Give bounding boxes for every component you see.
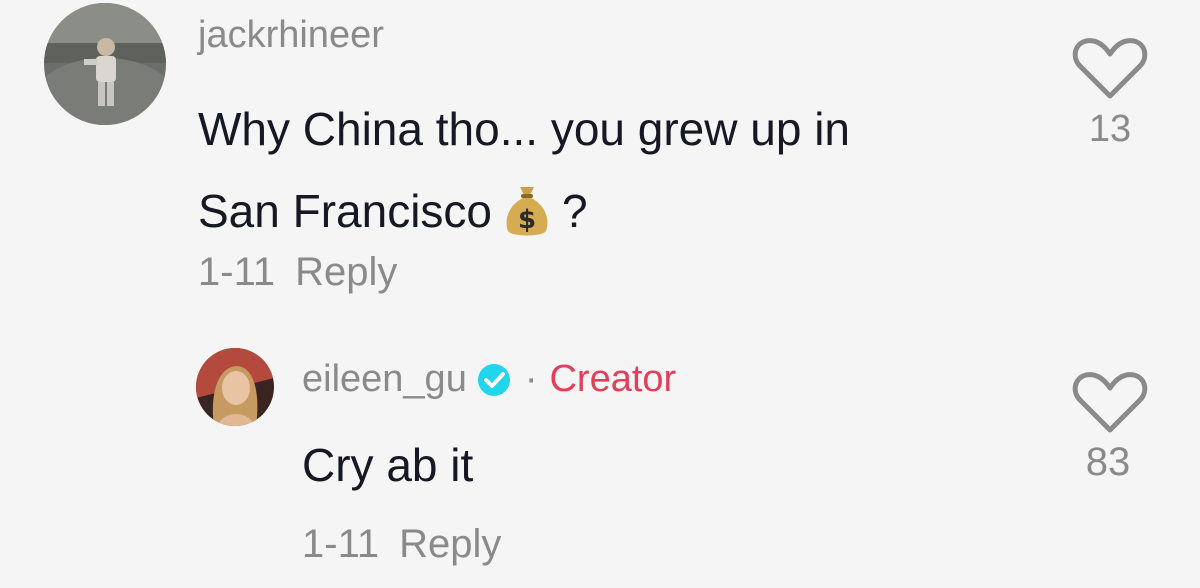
comment-date: 1-11 bbox=[302, 522, 380, 566]
avatar[interactable] bbox=[196, 348, 274, 426]
comment-meta: 1-11 Reply bbox=[198, 250, 397, 295]
comment-text: Why China tho... you grew up in San Fran… bbox=[198, 88, 1018, 252]
like-count: 83 bbox=[1085, 440, 1131, 484]
comment-text-line2: San Francisco bbox=[198, 185, 493, 237]
separator-dot: · bbox=[524, 358, 538, 400]
like-button[interactable] bbox=[1072, 38, 1148, 100]
money-bag-icon: $ bbox=[502, 182, 552, 238]
comment-meta: 1-11 Reply bbox=[302, 522, 501, 567]
verified-badge-icon bbox=[477, 363, 511, 397]
reply-button[interactable]: Reply bbox=[399, 522, 501, 566]
like-button[interactable] bbox=[1072, 372, 1148, 434]
avatar[interactable] bbox=[44, 3, 166, 125]
creator-badge: Creator bbox=[549, 358, 677, 400]
comment-text-question: ? bbox=[562, 185, 588, 237]
comment-header: eileen_gu · Creator bbox=[302, 358, 676, 401]
reply-button[interactable]: Reply bbox=[295, 250, 397, 294]
comment-username[interactable]: jackrhineer bbox=[198, 14, 384, 57]
heart-icon bbox=[1072, 372, 1148, 433]
like-count: 13 bbox=[1088, 108, 1132, 150]
reply-item: eileen_gu · Creator Cry ab it 1-11 Reply … bbox=[0, 330, 1200, 588]
comment-text-line1: Why China tho... you grew up in bbox=[198, 103, 850, 155]
svg-text:$: $ bbox=[518, 205, 536, 235]
comment-date: 1-11 bbox=[198, 250, 276, 294]
comment-text: Cry ab it bbox=[302, 439, 474, 491]
comment-item: jackrhineer Why China tho... you grew up… bbox=[0, 0, 1200, 330]
comment-username[interactable]: eileen_gu bbox=[302, 358, 467, 401]
heart-icon bbox=[1072, 38, 1148, 99]
